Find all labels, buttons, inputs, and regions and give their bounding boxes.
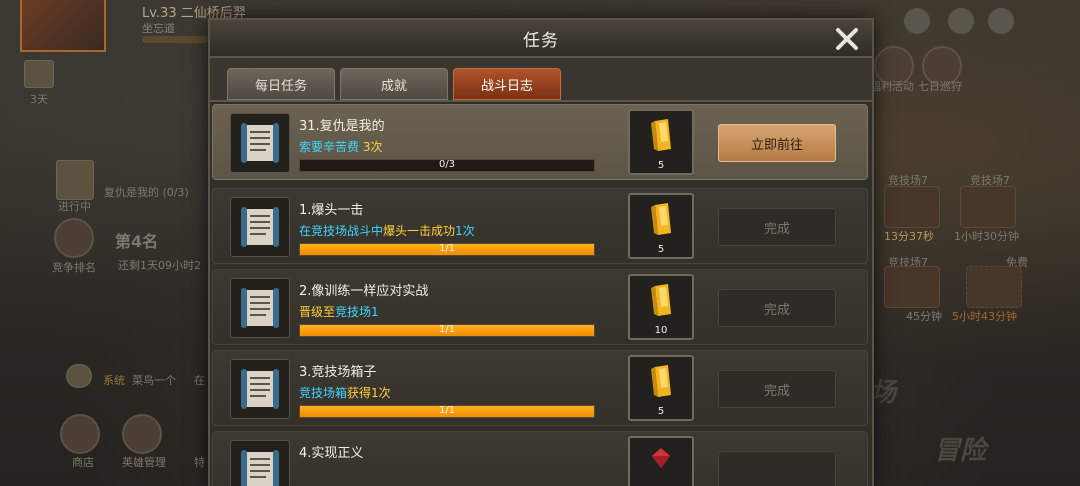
gem-icon [652,448,670,468]
reward-slot[interactable]: 10 [628,274,694,340]
task-description: 晋级至竞技场1 [299,305,379,319]
days-label: 3天 [30,93,48,106]
progress-text: 1/1 [438,243,456,254]
free-chest-slot[interactable] [966,266,1022,308]
adventure-button[interactable]: 冒险 [934,430,986,467]
side-task-status: 进行中 [58,200,91,213]
timer-1: 13分37秒 [884,230,934,243]
dialog-header: 任务 [210,20,872,58]
shop-icon[interactable] [60,414,100,454]
go-now-button[interactable]: 立即前往 [718,124,836,162]
tab-achievements[interactable]: 成就 [340,68,448,100]
reward-slot[interactable]: 5 [628,193,694,259]
task-row: 2.像训练一样应对实战 晋级至竞技场1 1/1 10 完成 [212,269,868,345]
task-progress-bar: 1/1 [299,405,595,418]
task-progress-bar: 1/1 [299,324,595,337]
welfare-label[interactable]: 福利活动 [870,78,914,94]
side-task-icon[interactable] [56,160,94,200]
task-progress-bar: 1/1 [299,243,595,256]
chat-icon[interactable] [66,364,92,388]
task-title: 4.实现正义 [299,446,364,461]
close-icon [836,28,858,50]
timer-3: 45分钟 [906,310,942,323]
player-avatar[interactable] [20,0,106,52]
task-title: 31.复仇是我的 [299,119,385,134]
progress-text: 0/3 [438,159,456,170]
task-description: 竞技场箱获得1次 [299,386,391,400]
task-description: 在竞技场战斗中爆头一击成功1次 [299,224,475,238]
scroll-icon [230,113,290,173]
gold-bar-icon [651,203,671,235]
timer-4: 5小时43分钟 [952,310,1017,323]
scroll-icon [230,197,290,257]
reward-count: 5 [657,244,665,255]
scroll-icon [230,440,290,486]
mail-task-icon[interactable] [24,60,54,88]
task-title: 1.爆头一击 [299,203,364,218]
scroll-icon [230,278,290,338]
settings-gear-icon[interactable] [988,8,1014,34]
chat-channel: 系统 [103,374,125,387]
heroes-icon[interactable] [122,414,162,454]
arena-chest-1[interactable] [884,186,940,228]
arena-chest-2[interactable] [960,186,1016,228]
timer-2: 1小时30分钟 [954,230,1019,243]
gold-bar-icon [651,119,671,151]
rank-time: 还剩1天09小时2 [118,259,201,272]
task-dialog: 任务 每日任务 成就 战斗日志 31.复仇是我的 索要辛苦费 3次 0/3 5 [208,18,874,486]
gold-bar-icon [651,284,671,316]
complete-button[interactable]: 完成 [718,289,836,327]
task-row: 31.复仇是我的 索要辛苦费 3次 0/3 5 立即前往 [212,104,868,180]
side-task-text: 复仇是我的 (0/3) [104,186,189,199]
task-description: 索要辛苦费 3次 [299,140,383,154]
tab-daily-tasks[interactable]: 每日任务 [227,68,335,100]
task-row: 1.爆头一击 在竞技场战斗中爆头一击成功1次 1/1 5 完成 [212,188,868,264]
shop-label[interactable]: 商店 [72,454,94,470]
task-progress-bar: 0/3 [299,159,595,172]
complete-button[interactable]: 完成 [718,370,836,408]
player-xp-bar [142,36,208,43]
reward-count: 5 [657,406,665,417]
reward-count: 5 [657,160,665,171]
reward-slot[interactable]: 5 [628,109,694,175]
task-action-button[interactable] [718,451,836,486]
reward-slot[interactable] [628,436,694,486]
friends-icon[interactable] [904,8,930,34]
task-title: 3.竞技场箱子 [299,365,377,380]
progress-text: 1/1 [438,324,456,335]
special-label[interactable]: 特 [194,454,205,470]
mail-icon[interactable] [948,8,974,34]
rank-value: 第4名 [115,232,159,251]
player-sub-name: 坐忘道 [142,22,175,35]
progress-text: 1/1 [438,405,456,416]
close-button[interactable] [830,22,864,56]
seven-day-label[interactable]: 七日巡狩 [918,78,962,94]
complete-button[interactable]: 完成 [718,208,836,246]
dialog-title: 任务 [523,30,559,51]
task-row: 4.实现正义 [212,431,868,486]
task-list[interactable]: 31.复仇是我的 索要辛苦费 3次 0/3 5 立即前往 1.爆头一击 在竞技场… [210,100,872,486]
chat-text: 菜鸟一个 [132,374,176,387]
heroes-label[interactable]: 英雄管理 [122,454,166,470]
task-title: 2.像训练一样应对实战 [299,284,429,299]
task-tabs: 每日任务 成就 战斗日志 [227,68,561,100]
rank-target-icon[interactable] [54,218,94,258]
scroll-icon [230,359,290,419]
task-row: 3.竞技场箱子 竞技场箱获得1次 1/1 5 完成 [212,350,868,426]
rank-label: 竞争排名 [52,261,96,274]
arena-chest-3[interactable] [884,266,940,308]
reward-slot[interactable]: 5 [628,355,694,421]
gold-bar-icon [651,365,671,397]
tab-battle-log[interactable]: 战斗日志 [453,68,561,100]
reward-count: 10 [654,325,668,336]
chat-more: 在 [194,374,205,387]
